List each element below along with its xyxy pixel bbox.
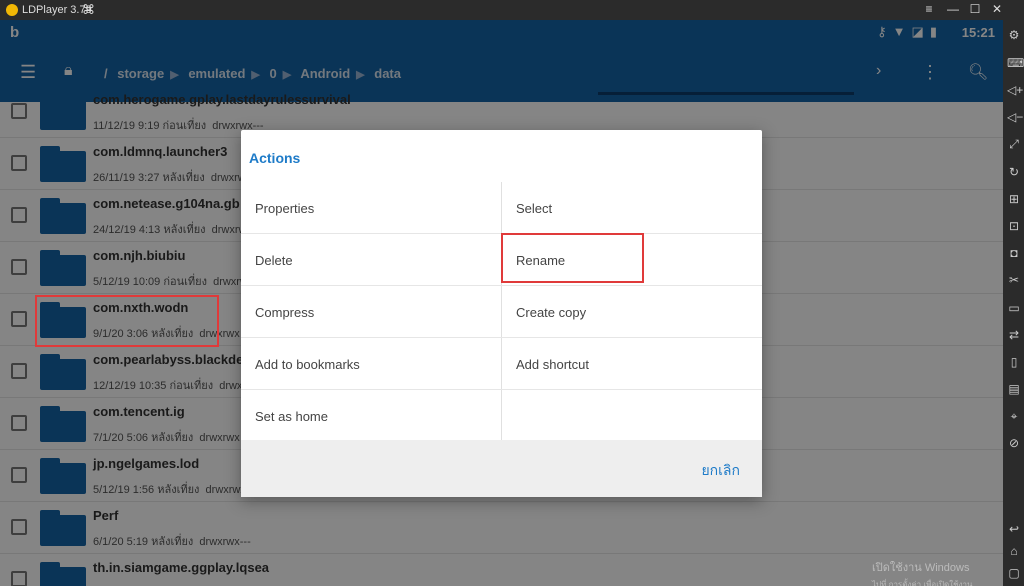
action-create-copy[interactable]: Create copy <box>501 286 762 337</box>
location-icon[interactable]: ⌖ <box>1007 409 1021 424</box>
action-add-to-bookmarks[interactable]: Add to bookmarks <box>241 338 501 389</box>
actions-dialog: Actions Properties Select Delete Rename … <box>241 130 762 497</box>
scissors-icon[interactable]: ✂ <box>1007 273 1021 287</box>
close-button[interactable]: ✕ <box>990 2 1004 16</box>
back-icon[interactable]: ↩ <box>1007 522 1021 536</box>
fullscreen-icon[interactable]: ⤢ <box>1007 137 1021 152</box>
screenshot-icon[interactable]: ◘ <box>1007 246 1021 260</box>
ldplayer-logo-icon <box>6 4 18 16</box>
no-rotate-icon[interactable]: ⊘ <box>1007 436 1021 450</box>
record-icon[interactable]: ▭ <box>1007 301 1021 315</box>
action-delete[interactable]: Delete <box>241 234 501 285</box>
emulator-sidebar: ⚙ ⌨ ◁+ ◁− ⤢ ↻ ⊞ ⊡ ◘ ✂ ▭ ⇄ ▯ ▤ ⌖ ⊘ ↩ ⌂ ▢ <box>1003 20 1024 586</box>
action-properties[interactable]: Properties <box>241 182 501 233</box>
multi-instance-icon[interactable]: ▤ <box>1007 382 1021 396</box>
volume-up-icon[interactable]: ◁+ <box>1007 83 1023 97</box>
highlight-box-selected-folder <box>35 295 219 347</box>
emulator-titlebar: LDPlayer 3.79 ⌘ ≡ — ☐ ✕ <box>0 0 1024 20</box>
dialog-footer: ยกเลิก <box>241 440 762 497</box>
action-select[interactable]: Select <box>501 182 762 233</box>
action-add-shortcut[interactable]: Add shortcut <box>501 338 762 389</box>
folder-share-icon[interactable]: ⊡ <box>1007 219 1021 233</box>
android-screen: b ⚷▼◪▮ 15:21 ☰ 🔒︎ / storage ▶ emulated ▶ 0… <box>0 20 1003 586</box>
action-compress[interactable]: Compress <box>241 286 501 337</box>
keyboard-icon[interactable]: ⌨ <box>1007 56 1024 70</box>
volume-down-icon[interactable]: ◁− <box>1007 110 1023 124</box>
cancel-button[interactable]: ยกเลิก <box>701 460 740 482</box>
settings-icon[interactable]: ⚙ <box>1007 28 1021 42</box>
minimize-button[interactable]: — <box>946 2 960 16</box>
action-empty-slot <box>501 390 762 441</box>
action-set-as-home[interactable]: Set as home <box>241 390 501 441</box>
install-apk-icon[interactable]: ⊞ <box>1007 192 1021 206</box>
recent-apps-icon[interactable]: ▢ <box>1007 566 1021 580</box>
dialog-title: Actions <box>249 150 301 166</box>
windows-activation-watermark: เปิดใช้งาน Windows ไปที่ การตั้งค่า เพื่… <box>872 562 973 586</box>
sync-icon[interactable]: ⇄ <box>1007 328 1021 342</box>
home-icon[interactable]: ⌂ <box>1007 544 1021 558</box>
highlight-box-rename <box>501 233 644 283</box>
maximize-button[interactable]: ☐ <box>968 2 982 16</box>
menu-button[interactable]: ≡ <box>922 2 936 16</box>
shake-icon[interactable]: ▯ <box>1007 355 1021 369</box>
gamepad-icon[interactable]: ⌘ <box>82 2 95 18</box>
rotate-icon[interactable]: ↻ <box>1007 165 1021 179</box>
